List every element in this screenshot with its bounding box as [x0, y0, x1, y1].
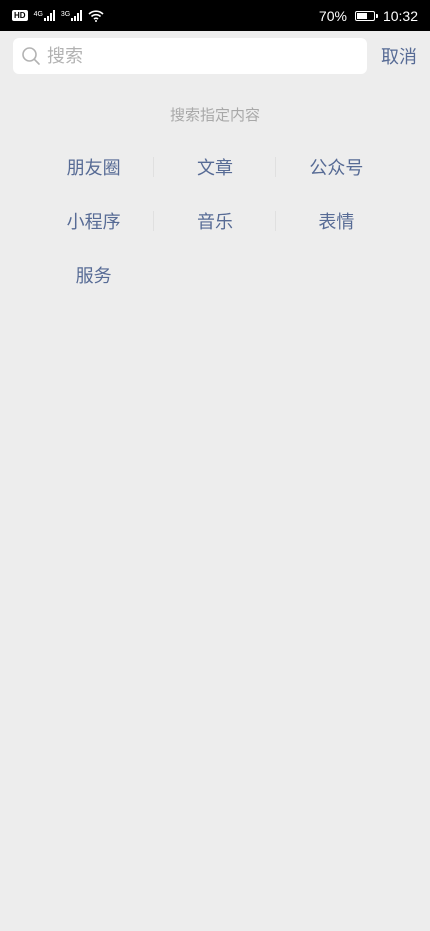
signal-icon: [71, 10, 83, 21]
cancel-button[interactable]: 取消: [381, 43, 417, 69]
battery-icon: [354, 10, 378, 21]
search-category-grid: 朋友圈 文章 公众号 小程序 音乐 表情 服务: [33, 140, 397, 302]
category-services[interactable]: 服务: [33, 248, 154, 302]
network-4g-signal: 4G: [34, 10, 55, 21]
category-articles[interactable]: 文章: [154, 140, 276, 194]
search-input[interactable]: [41, 45, 347, 67]
wifi-icon: [88, 10, 104, 22]
search-icon: [22, 47, 40, 65]
network-3g-signal: 3G: [60, 10, 83, 21]
category-mini-programs[interactable]: 小程序: [33, 194, 155, 248]
network-4g-label: 4G: [33, 11, 43, 18]
search-box[interactable]: [13, 38, 367, 74]
status-left: HD 4G 3G: [12, 9, 104, 22]
battery-percent: 70%: [318, 7, 347, 24]
hd-badge: HD: [12, 10, 28, 21]
search-hint: 搜索指定内容: [169, 106, 260, 124]
category-moments[interactable]: 朋友圈: [33, 140, 155, 194]
category-stickers[interactable]: 表情: [276, 194, 397, 248]
signal-icon: [43, 10, 55, 21]
status-bar: HD 4G 3G 70% 10:32: [0, 0, 430, 31]
category-official-accounts[interactable]: 公众号: [276, 140, 397, 194]
status-right: 70% 10:32: [319, 8, 418, 24]
clock: 10:32: [382, 7, 418, 24]
category-music[interactable]: 音乐: [154, 194, 276, 248]
search-row: 取消: [13, 38, 417, 74]
battery-fill: [356, 12, 368, 19]
network-3g-label: 3G: [60, 11, 71, 18]
